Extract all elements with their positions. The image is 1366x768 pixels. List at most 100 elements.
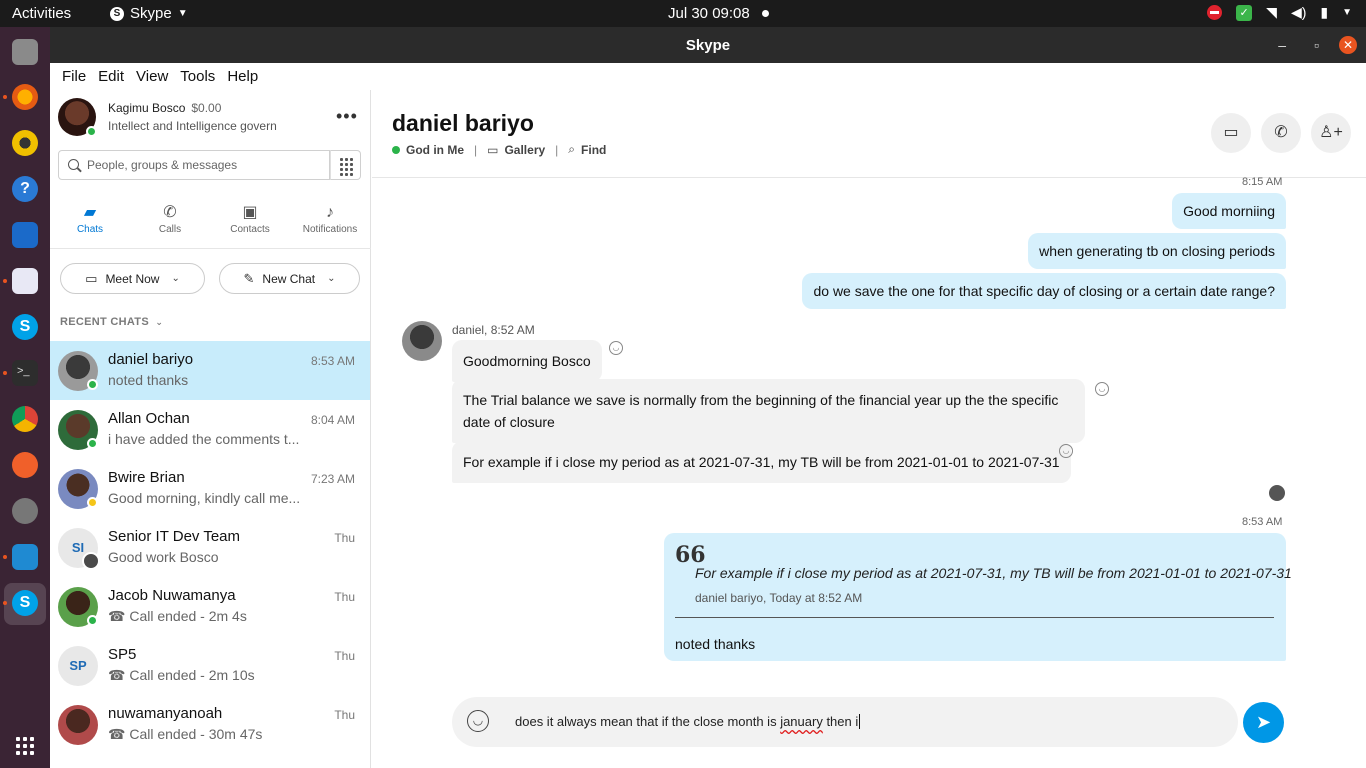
recent-chats-header[interactable]: RECENT CHATS ⌄ (60, 316, 163, 328)
notification-dot (762, 10, 769, 17)
chat-list-item[interactable]: Allan Ochan i have added the comments t.… (50, 400, 370, 459)
new-chat-label: New Chat (262, 271, 316, 286)
message-timestamp: 8:15 AM (1242, 176, 1283, 188)
window-title-bar: Skype – ▫ ✕ (50, 27, 1366, 63)
running-indicator (3, 95, 7, 99)
incoming-message[interactable]: For example if i close my period as at 2… (452, 441, 1071, 483)
audio-call-button[interactable]: ✆ (1261, 113, 1301, 153)
chat-list-item[interactable]: Bwire Brian Good morning, kindly call me… (50, 459, 370, 518)
tab-notifications[interactable]: ♪ Notifications (290, 200, 370, 250)
quoted-reply-message[interactable]: 66 For example if i close my period as a… (664, 533, 1292, 661)
chat-preview: i have added the comments t... (108, 431, 300, 447)
react-emoji-icon[interactable]: ◡ (1059, 444, 1073, 458)
menu-file[interactable]: File (56, 68, 92, 85)
tab-calls[interactable]: ✆ Calls (130, 200, 210, 250)
rhythmbox-icon[interactable] (12, 130, 38, 156)
terminal-icon[interactable]: >_ (12, 360, 38, 386)
incoming-message[interactable]: Goodmorning Bosco (452, 340, 602, 382)
chrome-icon[interactable] (12, 406, 38, 432)
add-people-button[interactable]: ♙+ (1311, 113, 1351, 153)
wifi-icon[interactable]: ◥ (1266, 4, 1277, 21)
chat-preview-row: ☎ Call ended - 30m 47s (108, 726, 262, 743)
chat-list-item[interactable]: SI Senior IT Dev Team Good work Bosco Th… (50, 518, 370, 577)
chat-name: nuwamanyanoah (108, 705, 223, 722)
quote-divider (675, 617, 1274, 618)
meet-now-button[interactable]: ▭ Meet Now ⌄ (60, 263, 205, 294)
react-emoji-icon[interactable]: ◡ (609, 341, 623, 355)
text-editor-icon[interactable] (12, 268, 38, 294)
message-input[interactable]: ◡ does it always mean that if the close … (452, 697, 1238, 747)
tabs-divider (50, 248, 371, 249)
maximize-button[interactable]: ▫ (1314, 37, 1319, 53)
more-options-icon[interactable]: ••• (336, 106, 358, 127)
profile-name: Kagimu Bosco (108, 101, 186, 115)
files-icon[interactable] (12, 39, 38, 65)
running-indicator (3, 601, 7, 605)
help-icon[interactable]: ? (12, 176, 38, 202)
tab-label: Calls (158, 224, 182, 235)
system-top-bar: Activities S Skype ▼ Jul 30 09:08 ✓ ◥ ◀)… (0, 0, 1366, 27)
chat-preview-row: ☎ Call ended - 2m 10s (108, 667, 255, 684)
do-not-disturb-icon[interactable] (1207, 5, 1223, 20)
chat-preview: Good work Bosco (108, 549, 219, 565)
sender-avatar[interactable] (402, 321, 442, 361)
system-tray[interactable]: ✓ ◥ ◀) ▮ ▼ (1207, 4, 1352, 21)
minimize-button[interactable]: – (1278, 37, 1286, 53)
meet-now-label: Meet Now (105, 271, 160, 286)
chat-list-item[interactable]: Jacob Nuwamanya ☎ Call ended - 2m 4s Thu (50, 577, 370, 636)
menu-edit[interactable]: Edit (92, 68, 130, 85)
message-text-end: then i (822, 714, 859, 729)
profile-name-row[interactable]: Kagimu Bosco $0.00 (108, 101, 221, 115)
vscode-icon[interactable] (12, 544, 38, 570)
volume-icon[interactable]: ◀) (1291, 4, 1306, 21)
tab-chats[interactable]: ▰ Chats (50, 200, 130, 250)
app-menu-label: Skype (130, 5, 172, 22)
app-menu[interactable]: S Skype ▼ (110, 5, 188, 22)
chat-list-item[interactable]: SP SP5 ☎ Call ended - 2m 10s Thu (50, 636, 370, 695)
menu-help[interactable]: Help (221, 68, 264, 85)
conversation-title[interactable]: daniel bariyo (392, 110, 534, 137)
find-link[interactable]: Find (581, 143, 606, 157)
outgoing-message[interactable]: do we save the one for that specific day… (802, 273, 1286, 309)
send-button[interactable]: ➤ (1243, 702, 1284, 743)
chat-list-item[interactable]: daniel bariyo noted thanks 8:53 AM (50, 341, 370, 400)
writer-icon[interactable] (12, 222, 38, 248)
skype-icon[interactable]: S (12, 590, 38, 616)
postman-icon[interactable] (12, 452, 38, 478)
shield-check-icon[interactable]: ✓ (1236, 4, 1253, 21)
menu-tools[interactable]: Tools (174, 68, 221, 85)
close-button[interactable]: ✕ (1339, 36, 1357, 54)
menu-view[interactable]: View (130, 68, 174, 85)
chat-list-item[interactable]: nuwamanyanoah ☎ Call ended - 30m 47s Thu (50, 695, 370, 754)
chat-preview: Call ended - 2m 10s (129, 667, 255, 683)
chevron-down-icon[interactable]: ▼ (1342, 7, 1352, 18)
react-emoji-icon[interactable]: ◡ (1095, 382, 1109, 396)
chat-time: Thu (334, 708, 355, 722)
gallery-link[interactable]: Gallery (504, 143, 545, 157)
video-call-button[interactable]: ▭ (1211, 113, 1251, 153)
show-apps-icon[interactable] (16, 737, 34, 755)
new-chat-button[interactable]: ✎ New Chat ⌄ (219, 263, 360, 294)
contact-mood: God in Me (406, 142, 464, 157)
dialpad-icon[interactable] (330, 150, 361, 180)
battery-icon[interactable]: ▮ (1320, 4, 1328, 21)
activities-button[interactable]: Activities (12, 5, 71, 22)
clock[interactable]: Jul 30 09:08 (668, 5, 750, 22)
chat-name: daniel bariyo (108, 351, 194, 368)
outgoing-message[interactable]: Good morniing (1172, 193, 1286, 229)
read-receipt-avatar (1269, 485, 1285, 501)
chat-time: Thu (334, 590, 355, 604)
firefox-icon[interactable] (12, 84, 38, 110)
chat-preview: noted thanks (108, 372, 189, 388)
tab-contacts[interactable]: ▣ Contacts (210, 200, 290, 250)
incoming-message[interactable]: The Trial balance we save is normally fr… (452, 379, 1085, 443)
chat-time: 8:53 AM (310, 354, 355, 368)
chat-name: Bwire Brian (108, 469, 185, 486)
emoji-icon[interactable]: ◡ (467, 710, 489, 732)
skype-icon[interactable]: S (12, 314, 38, 340)
message-input-text[interactable]: does it always mean that if the close mo… (515, 714, 861, 729)
search-input[interactable]: People, groups & messages (58, 150, 330, 180)
outgoing-message[interactable]: when generating tb on closing periods (1028, 233, 1286, 269)
skype-credit: $0.00 (191, 101, 222, 115)
settings-icon[interactable] (12, 498, 38, 524)
